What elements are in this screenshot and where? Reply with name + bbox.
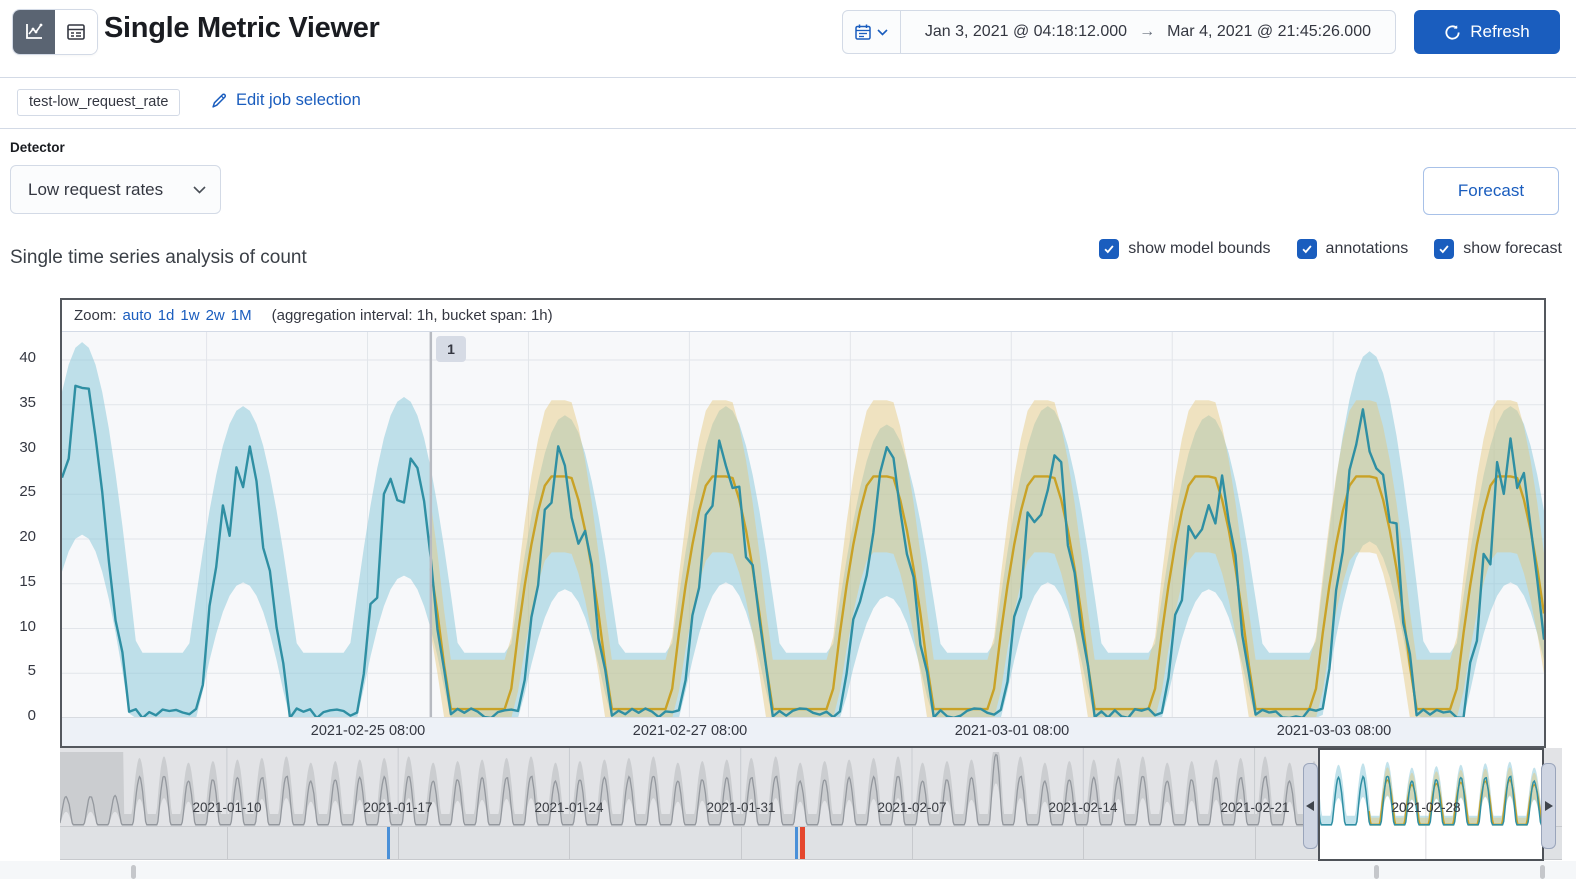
refresh-button[interactable]: Refresh [1414, 10, 1560, 54]
x-tick-label: 2021-02-27 08:00 [632, 723, 748, 739]
show-forecast-checkbox[interactable]: show forecast [1434, 239, 1562, 259]
edit-job-selection-link[interactable]: Edit job selection [211, 91, 361, 110]
bounds-band [430, 400, 1544, 718]
analysis-heading: Single time series analysis of count [10, 247, 307, 268]
time-range-picker: Jan 3, 2021 @ 04:18:12.000 → Mar 4, 2021… [841, 10, 1396, 54]
page-title: Single Metric Viewer [104, 12, 380, 44]
brush-left-handle[interactable] [1303, 763, 1318, 849]
detector-label: Detector [10, 140, 65, 155]
annotation-lane-marker[interactable] [131, 865, 136, 879]
swimlane-gridline [912, 827, 913, 859]
data-table-icon [67, 24, 85, 40]
chart-view-button[interactable] [13, 10, 55, 54]
time-range-arrow-icon: → [1139, 23, 1156, 40]
x-tick-label: 2021-03-03 08:00 [1276, 723, 1392, 739]
zoom-link-1d[interactable]: 1d [158, 307, 175, 324]
y-tick-label: 20 [19, 528, 36, 545]
calendar-icon [855, 24, 872, 40]
show-model-bounds-label: show model bounds [1128, 240, 1271, 257]
time-range-start[interactable]: Jan 3, 2021 @ 04:18:12.000 [925, 23, 1127, 41]
y-tick-label: 25 [19, 483, 36, 501]
annotations-label: annotations [1325, 240, 1409, 257]
swimlane-gridline [741, 827, 742, 859]
zoom-link-auto[interactable]: auto [123, 307, 152, 324]
aggregation-info: (aggregation interval: 1h, bucket span: … [271, 307, 553, 324]
y-tick-label: 10 [19, 617, 36, 635]
annotation-marker[interactable]: 1 [436, 336, 466, 362]
zoom-bar: Zoom: auto 1d 1w 2w 1M (aggregation inte… [62, 300, 1544, 332]
pencil-icon [212, 93, 227, 108]
job-badge: test-low_request_rate [17, 89, 181, 116]
anomaly-marker[interactable] [800, 827, 805, 859]
refresh-label: Refresh [1470, 22, 1530, 41]
view-toggle-group [12, 9, 98, 55]
caret-right-icon [1545, 801, 1553, 811]
show-forecast-label: show forecast [1463, 240, 1562, 257]
refresh-icon [1445, 24, 1460, 40]
y-tick-label: 15 [19, 572, 36, 590]
annotation-lane-marker[interactable] [1374, 865, 1379, 879]
x-tick-label: 2021-03-01 08:00 [954, 723, 1070, 739]
focus-chart: Zoom: auto 1d 1w 2w 1M (aggregation inte… [60, 298, 1546, 748]
checkbox-checked-icon [1434, 239, 1455, 259]
swimlane-gridline [398, 827, 399, 859]
edit-job-selection-label: Edit job selection [236, 91, 361, 109]
quick-select-menu-button[interactable] [843, 11, 901, 53]
y-axis-labels: 0 5 10 15 20 25 30 35 40 [0, 330, 48, 724]
zoom-link-1M[interactable]: 1M [231, 307, 252, 324]
annotations-checkbox[interactable]: annotations [1296, 239, 1409, 259]
swimlane-gridline [569, 827, 570, 859]
y-tick-label: 5 [27, 662, 36, 680]
table-view-button[interactable] [55, 10, 97, 54]
brush-right-handle[interactable] [1541, 763, 1556, 849]
job-row-divider [0, 128, 1576, 129]
swimlane-gridline [227, 827, 228, 859]
time-range-end[interactable]: Mar 4, 2021 @ 21:45:26.000 [1167, 23, 1371, 41]
y-tick-label: 0 [27, 707, 36, 724]
checkbox-checked-icon [1099, 239, 1120, 259]
annotation-lane-marker[interactable] [1540, 865, 1545, 879]
y-tick-label: 35 [19, 393, 36, 411]
detector-select[interactable]: Low request rates [10, 165, 221, 214]
line-chart-icon [26, 23, 43, 39]
annotations-lane [0, 861, 1576, 879]
time-series-plot[interactable] [62, 332, 1544, 718]
forecast-button[interactable]: Forecast [1423, 167, 1559, 215]
brush-date-label: 2021-02-28 [1391, 800, 1461, 815]
y-tick-label: 40 [19, 349, 36, 366]
zoom-link-1w[interactable]: 1w [180, 307, 199, 324]
y-tick-label: 30 [19, 438, 36, 456]
header-divider [0, 77, 1576, 78]
anomaly-marker[interactable] [795, 827, 798, 859]
chevron-down-icon [877, 28, 888, 36]
chevron-down-icon [193, 185, 206, 194]
show-model-bounds-checkbox[interactable]: show model bounds [1099, 239, 1271, 259]
x-tick-label: 2021-02-25 08:00 [310, 723, 426, 739]
caret-left-icon [1306, 801, 1314, 811]
zoom-label: Zoom: [74, 307, 117, 324]
single-metric-viewer-page: Single Metric Viewer Jan 3, 2021 @ 04:18… [0, 0, 1576, 879]
checkbox-checked-icon [1296, 239, 1317, 259]
x-axis: 2021-02-25 08:00 2021-02-27 08:00 2021-03-… [62, 718, 1544, 746]
detector-selected-value: Low request rates [28, 179, 164, 199]
swimlane-gridline [1083, 827, 1084, 859]
chart-toggles: show model bounds annotations show forec… [1099, 239, 1562, 259]
zoom-link-2w[interactable]: 2w [206, 307, 225, 324]
anomaly-marker[interactable] [387, 827, 390, 859]
swimlane-gridline [1255, 827, 1256, 859]
